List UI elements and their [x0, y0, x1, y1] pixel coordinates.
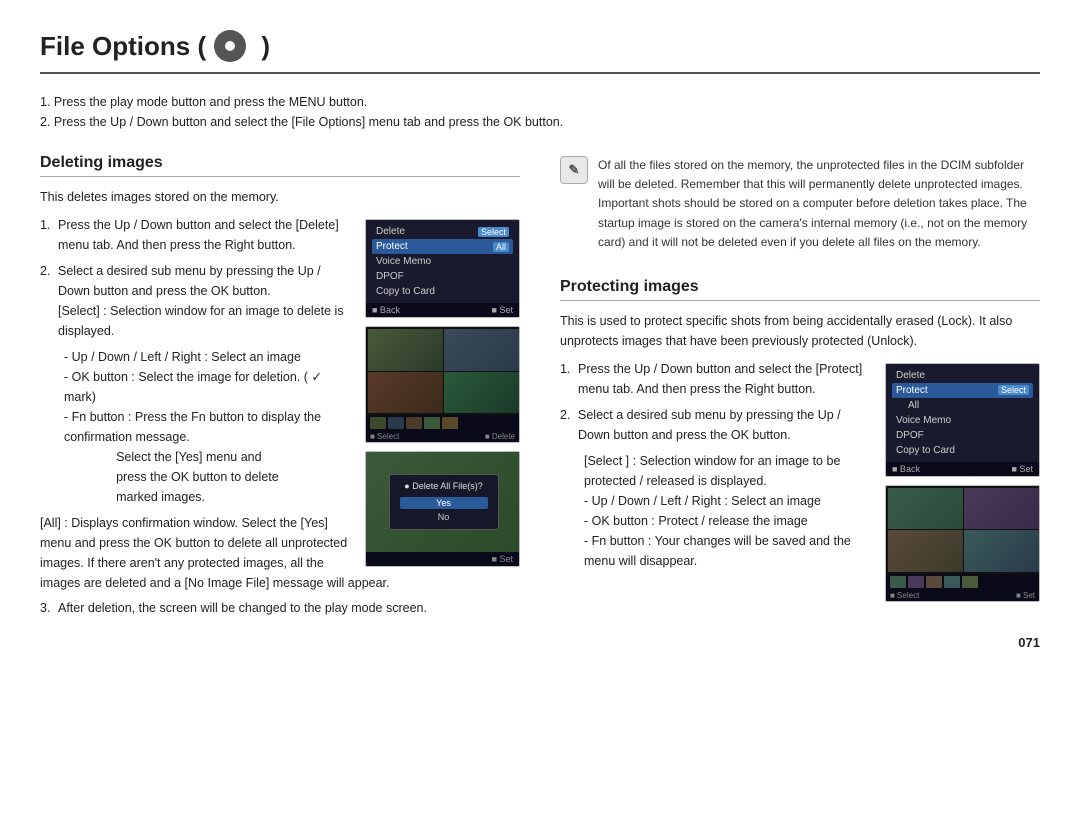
cam-menu-protect: Protect All: [372, 239, 513, 254]
cam-back-label: ■ Back: [372, 305, 400, 315]
pstrip-thumb-3: [926, 576, 942, 588]
protecting-step-1: 1. Press the Up / Down button and select…: [560, 359, 875, 399]
cam-menu-dpof: DPOF: [372, 269, 513, 284]
protecting-step-2: 2. Select a desired sub menu by pressing…: [560, 405, 875, 445]
delete-set-label: ■ Set: [492, 554, 513, 564]
photo-cell-2: [444, 329, 519, 371]
delete-dialog: ● Delete All File(s)? Yes No: [389, 474, 499, 530]
cam-set-label: ■ Set: [492, 305, 513, 315]
pmenu-delete: Delete: [892, 368, 1033, 383]
photo-cell-3: [368, 372, 443, 414]
page-number: 071: [40, 635, 1040, 650]
deleting-step-1: 1. Press the Up / Down button and select…: [40, 215, 355, 255]
pmenu-protect: Protect Select: [892, 383, 1033, 398]
pmenu-copy: Copy to Card: [892, 443, 1033, 458]
dialog-title: ● Delete All File(s)?: [400, 481, 488, 491]
title-close-paren: ): [254, 31, 270, 62]
strip-thumb-5: [442, 417, 458, 429]
protect-cell-2: [964, 488, 1039, 530]
delete-all-bg: ● Delete All File(s)? Yes No: [366, 452, 520, 552]
intro-step1: 1. Press the play mode button and press …: [40, 92, 1040, 112]
pmenu-dpof: DPOF: [892, 428, 1033, 443]
protecting-section: ✎ Of all the files stored on the memory,…: [560, 148, 1040, 615]
intro-step2: 2. Press the Up / Down button and select…: [40, 112, 1040, 132]
delete-footer: ■ Set: [366, 552, 519, 566]
dialog-yes: Yes: [400, 497, 488, 509]
pstrip-thumb-2: [908, 576, 924, 588]
strip-thumb-4: [424, 417, 440, 429]
delete-all-screenshot: ● Delete All File(s)? Yes No ■ Set: [365, 451, 520, 567]
cam-film-strip: [366, 415, 519, 431]
note-text: Of all the files stored on the memory, t…: [598, 156, 1040, 252]
pstrip-select: ■ Select: [890, 591, 919, 600]
deleting-section: Deleting images This deletes images stor…: [40, 148, 520, 615]
deleting-step-3: 3. After deletion, the screen will be ch…: [40, 601, 520, 615]
file-options-icon: [214, 30, 246, 62]
pmenu-set: ■ Set: [1012, 464, 1033, 474]
pmenu-back: ■ Back: [892, 464, 920, 474]
cam-strip-footer: ■ Select ■ Delete: [366, 431, 519, 442]
protect-cell-1: [888, 488, 963, 530]
cam-menu-voice: Voice Memo: [372, 254, 513, 269]
cam-menu-delete: Delete Select: [372, 224, 513, 239]
cam-footer-1: ■ Back ■ Set: [366, 303, 519, 317]
strip-thumb-1: [370, 417, 386, 429]
strip-delete: ■ Delete: [485, 432, 515, 441]
strip-thumb-3: [406, 417, 422, 429]
note-box: ✎ Of all the files stored on the memory,…: [560, 148, 1040, 260]
dialog-no: No: [400, 511, 488, 523]
protect-menu-screenshot: Delete Protect Select All Voice Memo DPO…: [885, 363, 1040, 477]
strip-thumb-2: [388, 417, 404, 429]
strip-select: ■ Select: [370, 432, 399, 441]
protect-photo-screenshot: ■ Select ■ Set: [885, 485, 1040, 602]
pstrip-thumb-4: [944, 576, 960, 588]
cam-photo-grid: [366, 327, 520, 415]
note-icon: ✎: [560, 156, 588, 184]
deleting-title: Deleting images: [40, 154, 520, 177]
delete-menu-screenshot: Delete Select Protect All Voice Memo DPO…: [365, 219, 520, 318]
deleting-intro: This deletes images stored on the memory…: [40, 187, 520, 207]
pstrip-set: ■ Set: [1016, 591, 1035, 600]
photo-cell-1: [368, 329, 443, 371]
protecting-intro: This is used to protect specific shots f…: [560, 311, 1040, 351]
pmenu-voice: Voice Memo: [892, 413, 1033, 428]
protect-strip-footer: ■ Select ■ Set: [886, 590, 1039, 601]
pstrip-thumb-1: [890, 576, 906, 588]
protect-cell-3: [888, 530, 963, 572]
cam-menu-copy: Copy to Card: [372, 284, 513, 299]
protect-photo-grid: [886, 486, 1040, 574]
pmenu-all: All: [892, 398, 1033, 413]
protect-screenshots: Delete Protect Select All Voice Memo DPO…: [885, 363, 1040, 602]
protecting-title: Protecting images: [560, 278, 1040, 301]
protect-cell-4: [964, 530, 1039, 572]
photo-grid-screenshot: ■ Select ■ Delete: [365, 326, 520, 443]
page-title: File Options ( ): [40, 30, 1040, 74]
pmenu-footer: ■ Back ■ Set: [886, 462, 1039, 476]
deleting-step-2: 2. Select a desired sub menu by pressing…: [40, 261, 355, 341]
intro-steps: 1. Press the play mode button and press …: [40, 92, 1040, 132]
title-text: File Options (: [40, 31, 206, 62]
protect-film-strip: [886, 574, 1039, 590]
pstrip-thumb-5: [962, 576, 978, 588]
photo-cell-4: [444, 372, 519, 414]
